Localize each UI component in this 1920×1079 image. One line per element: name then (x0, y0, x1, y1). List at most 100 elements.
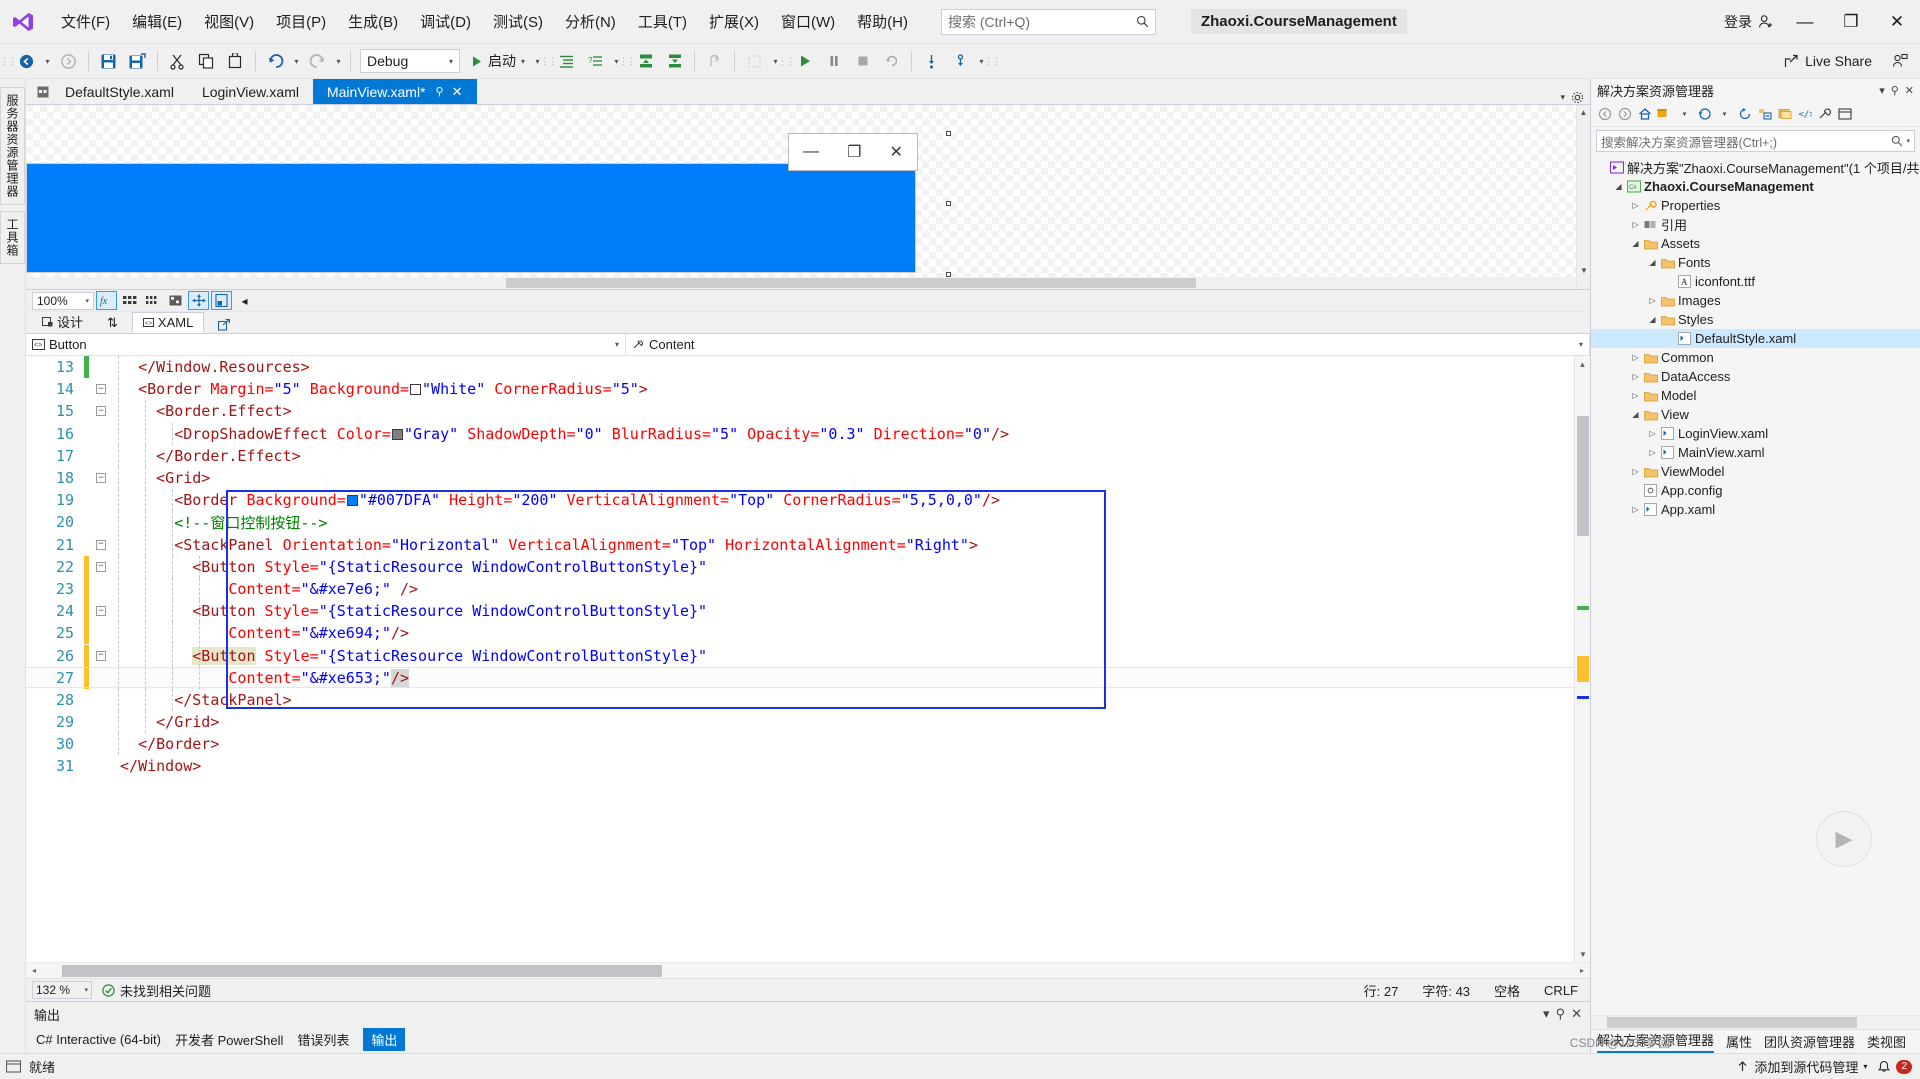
snapping-button[interactable] (142, 291, 163, 310)
live-share-button[interactable]: Live Share (1776, 49, 1880, 73)
sign-in-button[interactable]: 登录 (1716, 8, 1782, 36)
step-over-button[interactable] (918, 48, 945, 75)
bottom-tab-class-view[interactable]: 类视图 (1867, 1032, 1906, 1051)
code-line[interactable]: 24 − <Button Style="{StaticResource Windo… (26, 600, 1574, 623)
expand-collapse-icon[interactable]: ◢ (1612, 182, 1625, 191)
designer-overflow-button[interactable]: ◂ (234, 291, 255, 310)
popout-xaml-button[interactable] (208, 317, 240, 333)
scrollbar-thumb[interactable] (1577, 416, 1589, 536)
fold-toggle[interactable]: − (93, 561, 109, 572)
fold-toggle[interactable]: − (93, 473, 109, 484)
expand-collapse-icon[interactable]: ▷ (1646, 296, 1659, 305)
solution-tree-item[interactable]: ▷ DataAccess (1591, 367, 1920, 386)
code-line[interactable]: 20 <!--窗口控制按钮--> (26, 511, 1574, 533)
pin-tab-icon[interactable]: ⚲ (436, 85, 444, 98)
scroll-left-arrow[interactable]: ◂ (26, 966, 42, 975)
solution-tree-item[interactable]: ◢ Styles (1591, 310, 1920, 329)
fold-toggle[interactable]: − (93, 606, 109, 617)
refresh-icon[interactable] (1735, 104, 1754, 124)
expand-all-button[interactable] (661, 48, 688, 75)
preview-play-button[interactable]: ▶ (1816, 811, 1872, 867)
solution-explorer-search[interactable]: 搜索解决方案资源管理器(Ctrl+;) ▾ (1596, 130, 1915, 152)
effects-toggle-button[interactable]: fx (96, 291, 117, 310)
menu-edit[interactable]: 编辑(E) (121, 5, 193, 38)
stop-button[interactable] (849, 48, 876, 75)
fold-toggle[interactable]: − (93, 650, 109, 661)
designer-zoom-select[interactable]: 100% ▾ (32, 291, 94, 310)
code-line[interactable]: 15 − <Border.Effect> (26, 400, 1574, 422)
expand-collapse-icon[interactable]: ◢ (1646, 258, 1659, 267)
designer-horizontal-scrollbar[interactable] (26, 277, 1576, 289)
designer-view-tab[interactable]: 设计 (32, 310, 93, 333)
menu-project[interactable]: 项目(P) (265, 5, 337, 38)
solution-tree-item[interactable]: ▷ Images (1591, 291, 1920, 310)
solution-tree-item[interactable]: ◢ Assets (1591, 234, 1920, 253)
code-line[interactable]: 29 </Grid> (26, 711, 1574, 733)
tab-csharp-interactive[interactable]: C# Interactive (64-bit) (36, 1032, 161, 1047)
close-tab-icon[interactable]: ✕ (452, 84, 463, 100)
cut-button[interactable] (164, 48, 191, 75)
code-line[interactable]: 25 Content="&#xe694;"/> (26, 622, 1574, 645)
collapse-all-icon[interactable] (1755, 104, 1774, 124)
menu-view[interactable]: 视图(V) (193, 5, 265, 38)
swap-panes-button[interactable]: ⇅ (97, 313, 128, 333)
toolbox-tab[interactable]: 工具箱 (0, 211, 25, 264)
editor-zoom-select[interactable]: 132 % ▾ (32, 981, 92, 999)
solution-tree-item[interactable]: ◢ View (1591, 405, 1920, 424)
code-line[interactable]: 22 − <Button Style="{StaticResource Windo… (26, 555, 1574, 578)
menu-extensions[interactable]: 扩展(X) (698, 5, 770, 38)
search-dropdown-icon[interactable]: ▾ (1906, 137, 1910, 145)
grid-rails-button[interactable] (119, 291, 140, 310)
expand-collapse-icon[interactable]: ▷ (1629, 391, 1642, 400)
code-line[interactable]: 21 − <StackPanel Orientation="Horizontal"… (26, 534, 1574, 556)
selection-handle[interactable] (946, 201, 951, 206)
tab-mainview-xaml[interactable]: MainView.xaml* ⚲ ✕ (312, 79, 477, 104)
home-icon[interactable] (1635, 104, 1654, 124)
show-grid-button[interactable] (165, 291, 186, 310)
expand-collapse-icon[interactable]: ▷ (1629, 353, 1642, 362)
expand-collapse-icon[interactable]: ▷ (1629, 201, 1642, 210)
start-debug-button[interactable]: 启动 ▾ (464, 48, 531, 74)
toolbar-grip[interactable]: ⋮⋮ (0, 50, 17, 72)
navigate-forward-icon[interactable] (1615, 104, 1634, 124)
code-line[interactable]: 28 </StackPanel> (26, 689, 1574, 711)
code-line[interactable]: 31 </Window> (26, 755, 1574, 777)
expand-collapse-icon[interactable]: ▷ (1646, 448, 1659, 457)
toolbar-grip[interactable]: ⋮⋮ (984, 50, 1001, 72)
tab-error-list[interactable]: 错误列表 (297, 1030, 349, 1049)
bottom-tab-properties[interactable]: 属性 (1726, 1032, 1752, 1051)
tab-output[interactable]: 输出 (363, 1027, 406, 1051)
code-line[interactable]: 23 Content="&#xe7e6;" /> (26, 577, 1574, 600)
preview-restore-icon[interactable]: ❐ (847, 142, 861, 162)
code-line[interactable]: 30 </Border> (26, 733, 1574, 755)
fold-toggle[interactable]: − (93, 539, 109, 550)
tab-loginview-xaml[interactable]: LoginView.xaml (187, 79, 313, 104)
expand-collapse-icon[interactable]: ▷ (1629, 220, 1642, 229)
tab-settings-icon[interactable] (1571, 91, 1584, 104)
expand-collapse-icon[interactable]: ◢ (1629, 410, 1642, 419)
redo-dropdown[interactable]: ▾ (332, 48, 345, 75)
solution-tree-item[interactable]: ▷ ViewModel (1591, 462, 1920, 481)
expand-collapse-icon[interactable]: ◢ (1629, 239, 1642, 248)
navigate-back-icon[interactable] (1595, 104, 1614, 124)
step-out-button[interactable] (701, 48, 728, 75)
collapse-all-button[interactable] (632, 48, 659, 75)
continue-button[interactable] (791, 48, 818, 75)
tab-list-dropdown-icon[interactable]: ▾ (1560, 92, 1565, 103)
properties-icon[interactable] (1815, 104, 1834, 124)
copy-button[interactable] (193, 48, 220, 75)
menu-build[interactable]: 生成(B) (337, 5, 409, 38)
solution-tree-item[interactable]: ▷ LoginView.xaml (1591, 424, 1920, 443)
solution-tree-item[interactable]: Aiconfont.ttf (1591, 272, 1920, 291)
editor-vertical-scrollbar[interactable]: ▲ ▼ (1574, 356, 1590, 962)
menu-window[interactable]: 窗口(W) (770, 5, 846, 38)
solution-tree-item[interactable]: ▷ App.xaml (1591, 500, 1920, 519)
expand-collapse-icon[interactable]: ▷ (1629, 467, 1642, 476)
code-line[interactable]: 14− <Border Margin="5" Background= "White… (26, 378, 1574, 400)
code-line[interactable]: 19 <Border Background= "#007DFA" Height="… (26, 489, 1574, 511)
panel-options-icon[interactable]: ▾ (1879, 84, 1885, 97)
solution-tree-item[interactable]: App.config (1591, 481, 1920, 500)
preview-minimize-icon[interactable]: — (803, 143, 819, 161)
navbar-member-dropdown[interactable]: Content ▾ (626, 334, 1590, 355)
menu-help[interactable]: 帮助(H) (846, 5, 919, 38)
